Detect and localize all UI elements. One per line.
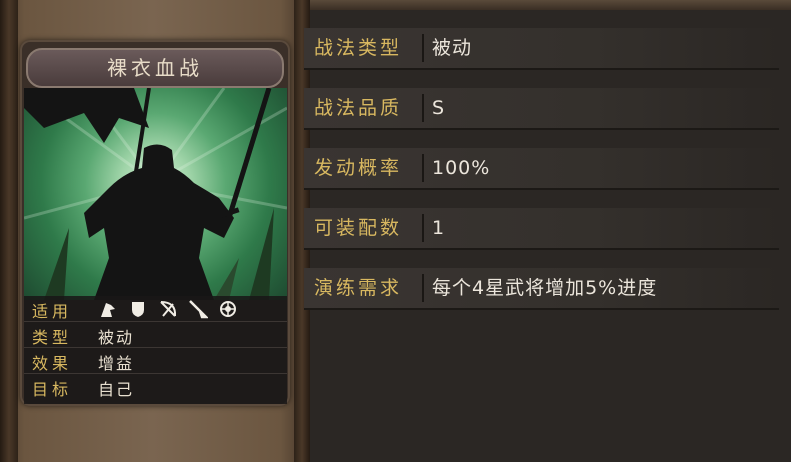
detail-label: 可装配数 xyxy=(314,217,403,239)
detail-value: S xyxy=(432,97,446,119)
row-divider xyxy=(422,34,424,62)
bow-icon xyxy=(160,301,177,317)
detail-value: 被动 xyxy=(432,37,473,59)
stat-row-applicable: 适用 xyxy=(24,296,287,322)
stat-key: 适用 xyxy=(32,302,73,321)
detail-label: 战法类型 xyxy=(314,37,403,59)
stat-value: 增益 xyxy=(98,354,135,373)
detail-label: 演练需求 xyxy=(314,277,403,299)
detail-row-trigger-rate: 发动概率 100% xyxy=(304,148,779,190)
detail-row-skill-quality: 战法品质 S xyxy=(304,88,779,130)
skill-artwork xyxy=(24,88,287,300)
cavalry-icon xyxy=(101,303,115,317)
skill-name: 裸衣血战 xyxy=(107,56,203,80)
detail-value: 100% xyxy=(432,157,491,179)
stat-key: 目标 xyxy=(32,380,73,399)
stat-row-effect: 效果 增益 xyxy=(24,348,287,374)
row-divider xyxy=(422,154,424,182)
detail-row-practice-requirement: 演练需求 每个4星武将增加5%进度 xyxy=(304,268,779,310)
detail-row-equip-count: 可装配数 1 xyxy=(304,208,779,250)
stat-row-target: 目标 自己 xyxy=(24,374,287,400)
stat-row-type: 类型 被动 xyxy=(24,322,287,348)
spear-icon xyxy=(189,300,208,319)
stat-value: 自己 xyxy=(98,380,135,399)
detail-label: 战法品质 xyxy=(314,97,403,119)
detail-row-skill-type: 战法类型 被动 xyxy=(304,28,779,70)
shield-icon xyxy=(132,302,144,317)
detail-value: 1 xyxy=(432,217,446,239)
stat-value: 被动 xyxy=(98,328,135,347)
skill-stats-table: 适用 类型 被动 效果 增益 目标 自己 xyxy=(24,296,287,404)
scroll-roller-left xyxy=(0,0,18,462)
detail-label: 发动概率 xyxy=(314,157,403,179)
detail-value: 每个4星武将增加5%进度 xyxy=(432,277,658,299)
warrior-silhouette-art xyxy=(24,88,287,300)
row-divider xyxy=(422,274,424,302)
row-divider xyxy=(422,214,424,242)
applicable-troop-icons xyxy=(98,299,238,319)
stat-key: 类型 xyxy=(32,328,73,347)
siege-icon xyxy=(220,301,236,317)
row-divider xyxy=(422,94,424,122)
stat-key: 效果 xyxy=(32,354,73,373)
